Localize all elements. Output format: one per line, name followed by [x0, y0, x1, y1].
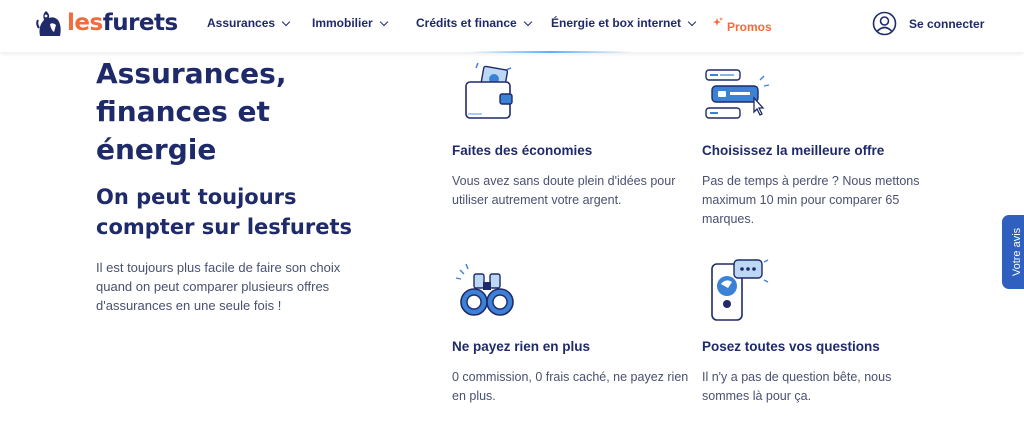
- feature-questions-title: Posez toutes vos questions: [702, 339, 880, 354]
- nav-credits-finance[interactable]: Crédits et finance: [416, 16, 532, 30]
- nav-energie-box[interactable]: Énergie et box internet: [551, 16, 697, 30]
- feature-questions: Posez toutes vos questions Il n'y a pas …: [702, 258, 942, 406]
- chevron-down-icon: [523, 17, 532, 26]
- nav-immobilier-label: Immobilier: [312, 16, 373, 30]
- wallet-icon: [465, 62, 513, 119]
- site-header: lesfurets Assurances Immobilier Crédits …: [0, 0, 1024, 53]
- phone-chat-icon: [711, 259, 769, 321]
- nav-assurances-label: Assurances: [207, 16, 276, 30]
- chevron-down-icon: [281, 17, 291, 26]
- hero-description: Il est toujours plus facile de faire son…: [96, 260, 341, 313]
- nav-promos[interactable]: Promos: [712, 12, 772, 34]
- feature-economies-title: Faites des économies: [452, 143, 593, 158]
- feature-rien-en-plus-text: 0 commission, 0 frais caché, ne payez ri…: [452, 370, 689, 403]
- feature-economies: Faites des économies Vous avez sans dout…: [452, 62, 692, 210]
- feedback-tab[interactable]: Votre avis: [1002, 215, 1024, 289]
- hero-title: Assurances, finances et énergie: [96, 57, 287, 166]
- logo-text-furets: furets: [102, 10, 179, 36]
- nav-promos-label: Promos: [727, 20, 772, 34]
- feature-questions-text: Il n'y a pas de question bête, nous somm…: [702, 370, 892, 403]
- nav-credits-finance-label: Crédits et finance: [416, 16, 517, 30]
- lesfurets-logo[interactable]: lesfurets: [36, 8, 178, 38]
- sparkle-icon: [713, 17, 723, 26]
- nav-assurances[interactable]: Assurances: [207, 16, 291, 30]
- feature-meilleure-offre-title: Choisissez la meilleure offre: [702, 143, 885, 158]
- feature-meilleure-offre-text: Pas de temps à perdre ? Nous mettons max…: [702, 174, 920, 226]
- feature-rien-en-plus: Ne payez rien en plus 0 commission, 0 fr…: [452, 258, 692, 406]
- nav-immobilier[interactable]: Immobilier: [312, 16, 388, 30]
- feature-economies-text: Vous avez sans doute plein d'idées pour …: [452, 174, 676, 207]
- feature-rien-en-plus-title: Ne payez rien en plus: [452, 339, 591, 354]
- feature-meilleure-offre: Choisissez la meilleure offre Pas de tem…: [702, 62, 942, 229]
- chevron-down-icon: [687, 17, 697, 26]
- hero-subtitle: On peut toujours compter sur lesfurets: [96, 185, 353, 239]
- login-label: Se connecter: [909, 16, 985, 31]
- login-link[interactable]: Se connecter: [872, 11, 984, 36]
- feedback-tab-label: Votre avis: [1011, 227, 1023, 277]
- chevron-down-icon: [379, 17, 388, 26]
- binoculars-icon: [455, 263, 514, 316]
- logo-text-les: les: [67, 10, 103, 36]
- user-avatar-icon: [872, 11, 897, 36]
- ferret-mascot-icon: [36, 11, 61, 36]
- header-accent-line: [470, 51, 630, 53]
- offer-cards-icon: [705, 69, 770, 119]
- logo-text: lesfurets: [67, 10, 178, 36]
- nav-energie-box-label: Énergie et box internet: [551, 16, 682, 30]
